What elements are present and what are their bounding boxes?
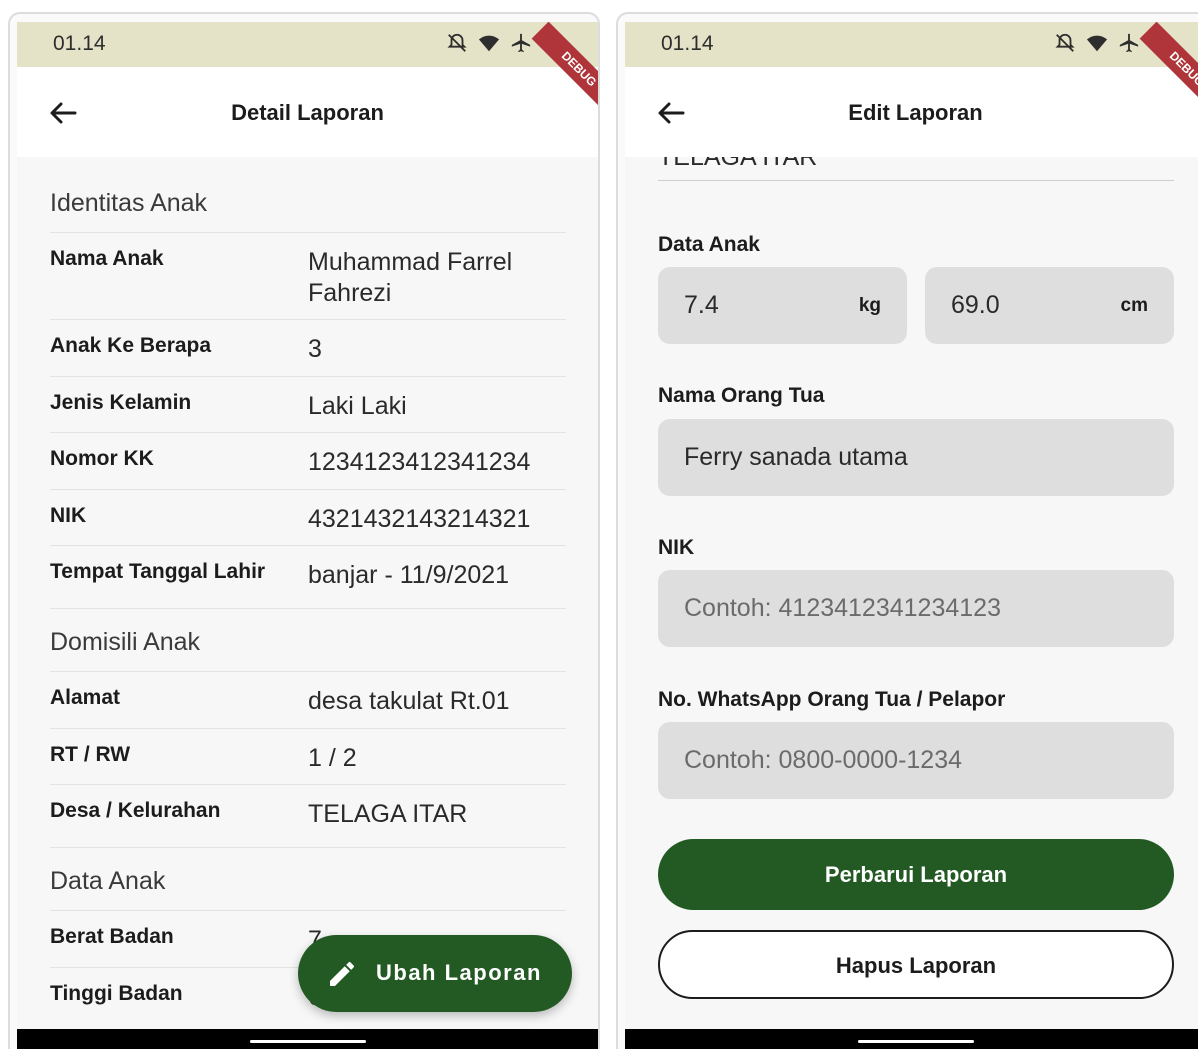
parent-name-input[interactable]: Ferry sanada utama — [658, 419, 1174, 496]
detail-row: Nama Anak Muhammad Farrel Fahrezi — [50, 232, 566, 319]
system-nav-bar — [625, 1029, 1198, 1049]
app-bar: Detail Laporan DEBUG — [17, 22, 598, 157]
detail-screen-frame: 01.14 Detail Laporan DEBUG Identitas Ana… — [8, 12, 600, 1049]
page-title: Detail Laporan — [231, 100, 384, 125]
status-bar: 01.14 — [625, 22, 1198, 67]
desa-dropdown-value: TELAGA ITAR — [658, 157, 818, 171]
detail-row: Nomor KK 1234123412341234 — [50, 432, 566, 489]
height-unit: cm — [1120, 295, 1148, 316]
update-report-button[interactable]: Perbarui Laporan — [658, 839, 1174, 910]
home-handle[interactable] — [857, 1040, 974, 1043]
system-nav-bar — [17, 1029, 598, 1049]
nik-input[interactable]: Contoh: 4123412341234123 — [658, 570, 1174, 647]
data-anak-label: Data Anak — [658, 233, 760, 256]
section-title-identitas: Identitas Anak — [50, 189, 208, 217]
page-title: Edit Laporan — [848, 100, 983, 125]
height-input[interactable]: 69.0 cm — [925, 267, 1174, 344]
home-handle[interactable] — [249, 1040, 366, 1043]
wifi-icon — [478, 32, 500, 54]
section-title-data-anak: Data Anak — [50, 867, 166, 895]
nik-label: NIK — [658, 536, 695, 559]
pencil-icon — [330, 961, 355, 986]
detail-row: Jenis Kelamin Laki Laki — [50, 376, 566, 432]
fab-label: Ubah Laporan — [376, 960, 542, 985]
detail-row: Tempat Tanggal Lahir banjar - 11/9/2021 — [50, 545, 566, 608]
edit-screen-frame: 01.14 Edit Laporan DEBUG TELAGA ITAR Dat… — [616, 12, 1198, 1049]
parent-name-label: Nama Orang Tua — [658, 384, 825, 407]
detail-row: Alamat desa takulat Rt.01 — [50, 671, 566, 728]
bell-off-icon — [1054, 32, 1076, 54]
status-bar: 01.14 — [17, 22, 598, 67]
airplane-icon — [1118, 32, 1140, 54]
detail-row: NIK 4321432143214321 — [50, 489, 566, 545]
status-time: 01.14 — [661, 32, 714, 55]
edit-screen: 01.14 Edit Laporan DEBUG TELAGA ITAR Dat… — [625, 22, 1198, 1049]
detail-row: Desa / Kelurahan TELAGA ITAR — [50, 784, 566, 847]
wifi-icon — [1086, 32, 1108, 54]
desa-dropdown[interactable]: TELAGA ITAR — [658, 157, 1174, 181]
detail-screen: 01.14 Detail Laporan DEBUG Identitas Ana… — [17, 22, 598, 1049]
airplane-icon — [510, 32, 532, 54]
edit-report-fab[interactable]: Ubah Laporan — [298, 935, 572, 1012]
detail-row: RT / RW 1 / 2 — [50, 728, 566, 784]
detail-row: Anak Ke Berapa 3 — [50, 319, 566, 376]
weight-unit: kg — [858, 295, 881, 316]
app-bar: Edit Laporan DEBUG — [625, 22, 1198, 157]
status-time: 01.14 — [53, 32, 106, 55]
section-title-domisili: Domisili Anak — [50, 628, 201, 656]
detail-content: Identitas Anak Nama Anak Muhammad Farrel… — [17, 157, 598, 1029]
weight-input[interactable]: 7.4 kg — [658, 267, 907, 344]
whatsapp-input[interactable]: Contoh: 0800-0000-1234 — [658, 722, 1174, 799]
bell-off-icon — [446, 32, 468, 54]
whatsapp-label: No. WhatsApp Orang Tua / Pelapor — [658, 688, 1006, 711]
delete-report-button[interactable]: Hapus Laporan — [658, 930, 1174, 999]
